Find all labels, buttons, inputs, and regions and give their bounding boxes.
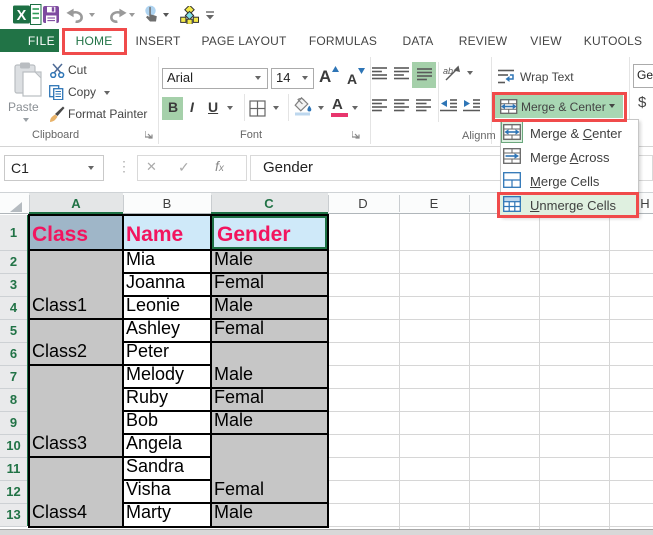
svg-text:X: X xyxy=(17,8,27,24)
